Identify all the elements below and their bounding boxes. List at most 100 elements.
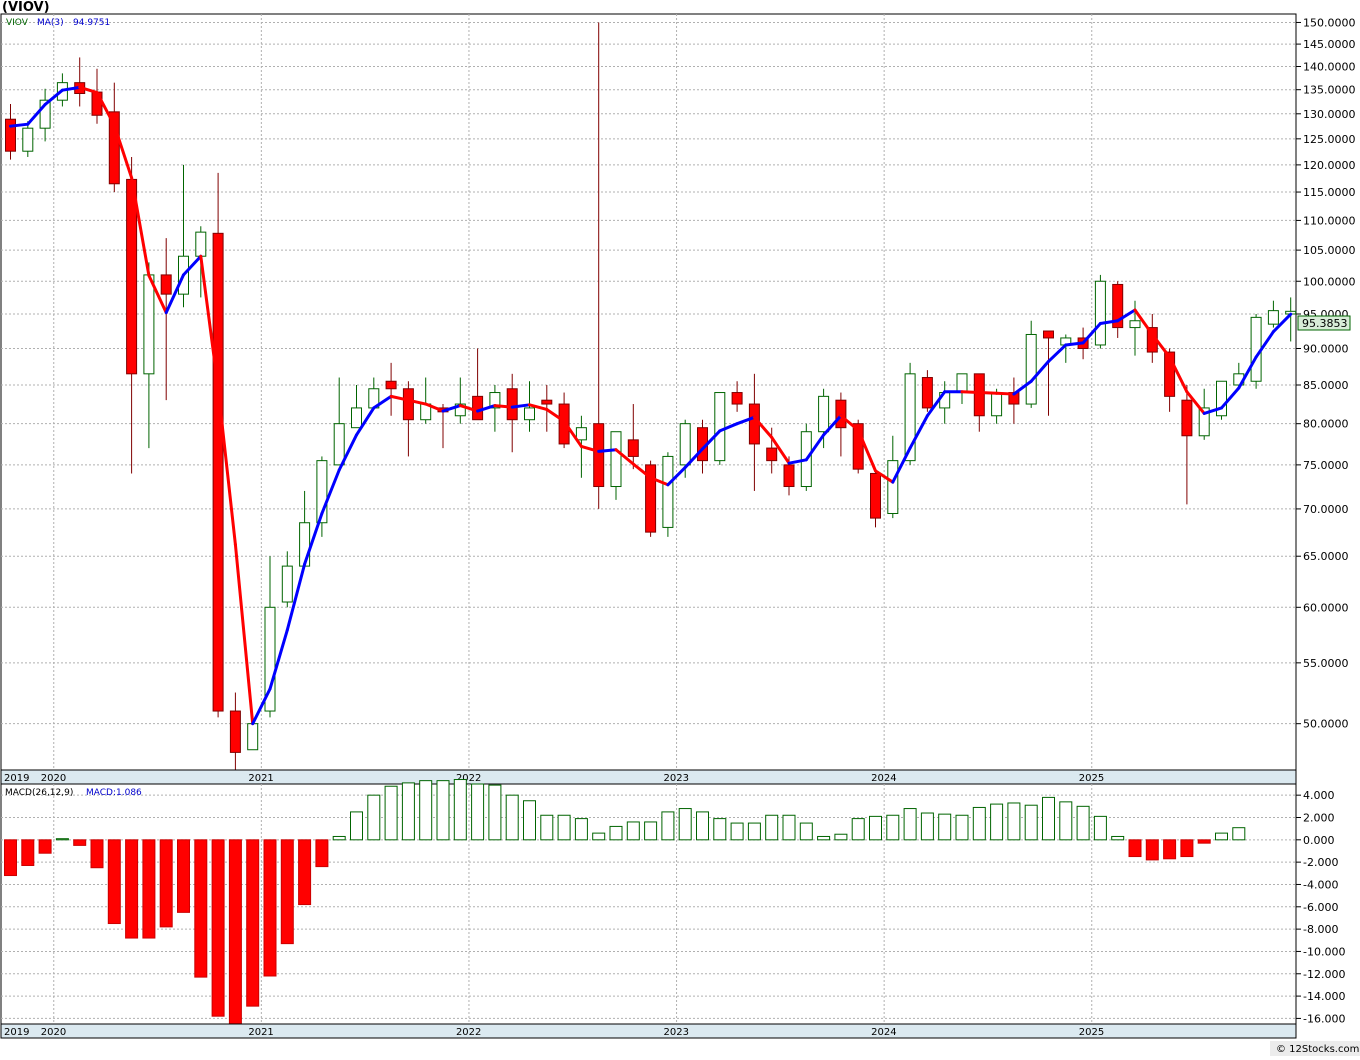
macd-bar <box>557 814 571 841</box>
chart-root: 150.0000 145.0000 140.0000 135.0000 130.0000… <box>0 0 1360 1056</box>
candle-body <box>818 395 830 433</box>
macd-y-tick-label: -6.000 <box>1303 901 1338 914</box>
price-y-tick-label: 150.0000 <box>1303 16 1356 29</box>
candle-body <box>887 460 899 514</box>
price-y-tick-label: 105.0000 <box>1303 244 1356 257</box>
macd-bar <box>1024 804 1038 841</box>
macd-bar <box>107 839 121 925</box>
candle-body <box>731 392 743 405</box>
price-y-tick-label: 110.0000 <box>1303 214 1356 227</box>
candle-body <box>610 431 622 488</box>
macd-y-tick-label: -8.000 <box>1303 923 1338 936</box>
macd-bar <box>990 803 1004 841</box>
legend-ma-value: 94.9751 <box>73 18 110 28</box>
macd-bar <box>644 821 658 841</box>
candle-body <box>835 399 847 429</box>
candle-body <box>195 231 207 257</box>
macd-bar <box>765 814 779 841</box>
macd-bar <box>73 839 87 846</box>
macd-bar <box>194 839 208 978</box>
candle-body <box>714 392 726 462</box>
candle <box>662 452 674 537</box>
macd-bar <box>782 814 796 841</box>
price-year-label: 2025 <box>1079 773 1104 784</box>
macd-bar <box>211 839 225 1017</box>
chart-canvas: 150.0000 145.0000 140.0000 135.0000 130.0000… <box>0 0 1360 1056</box>
macd-bar <box>367 794 381 841</box>
macd-bar <box>263 839 277 977</box>
candle-body <box>575 427 587 441</box>
candle <box>212 172 224 718</box>
macd-bar <box>955 814 969 841</box>
legend-symbol: VIOV <box>6 18 29 28</box>
macd-bar <box>730 822 744 841</box>
ma-segment <box>597 448 618 453</box>
macd-y-tick-label: 2.000 <box>1303 811 1335 824</box>
macd-y-tick-label: -14.000 <box>1303 990 1345 1003</box>
macd-year-label: 2024 <box>871 1027 896 1038</box>
macd-y-tick-label: -16.000 <box>1303 1012 1345 1025</box>
macd-bar <box>920 812 934 841</box>
candle-body <box>627 439 639 457</box>
candle-body <box>921 377 933 409</box>
price-y-tick-label: 145.0000 <box>1303 38 1356 51</box>
macd-bar <box>1093 815 1107 841</box>
ma-segment <box>9 122 30 128</box>
macd-bar <box>799 822 813 841</box>
macd-bar <box>592 832 606 841</box>
macd-bar <box>1145 839 1159 861</box>
price-year-label: 2020 <box>41 773 66 784</box>
macd-y-tick-label: -10.000 <box>1303 945 1345 958</box>
candle-body <box>766 447 778 462</box>
macd-bar <box>903 808 917 841</box>
macd-year-label: 2019 <box>4 1027 29 1038</box>
price-y-tick-label: 75.0000 <box>1303 459 1349 472</box>
macd-bar <box>523 800 536 841</box>
macd-bar <box>125 839 139 939</box>
candle-body <box>229 710 241 753</box>
candle-body <box>593 423 605 488</box>
price-y-tick-label: 70.0000 <box>1303 503 1349 516</box>
macd-year-label: 2025 <box>1079 1027 1104 1038</box>
macd-bar <box>90 839 104 869</box>
macd-bar <box>1059 801 1073 841</box>
macd-year-label: 2020 <box>41 1027 66 1038</box>
macd-bar <box>574 818 588 841</box>
price-y-tick-label: 125.0000 <box>1303 133 1356 146</box>
price-year-label: 2023 <box>664 773 689 784</box>
candle-body <box>956 373 968 394</box>
macd-bar <box>696 811 709 841</box>
macd-bar <box>332 835 346 841</box>
candle-body <box>351 407 362 429</box>
price-y-tick-label: 120.0000 <box>1303 159 1356 172</box>
macd-bar <box>938 813 952 841</box>
price-y-tick-label: 130.0000 <box>1303 108 1356 121</box>
price-y-tick-label: 140.0000 <box>1303 60 1356 73</box>
ma-segment <box>995 391 1016 396</box>
macd-bar <box>1215 832 1228 841</box>
macd-legend-value: MACD:1.086 <box>86 788 142 798</box>
candle-body <box>143 274 155 375</box>
candle-body <box>679 423 691 466</box>
candle <box>1216 380 1227 420</box>
candle <box>645 460 657 537</box>
macd-bar <box>280 839 294 945</box>
price-y-tick-label: 50.0000 <box>1303 718 1349 731</box>
macd-bar <box>1007 802 1021 841</box>
candle-body <box>1181 399 1193 437</box>
macd-bar <box>1180 839 1194 858</box>
macd-y-tick-label: 4.000 <box>1303 789 1335 802</box>
macd-bar <box>419 780 433 841</box>
ma-segment <box>977 391 999 395</box>
macd-bar <box>471 783 485 841</box>
macd-legend-label: MACD(26,12,9) <box>5 788 73 798</box>
macd-bar <box>851 818 865 841</box>
ma-segment <box>493 404 514 409</box>
ma-segment <box>960 390 981 395</box>
candle-body <box>333 423 345 466</box>
macd-bar <box>488 784 502 841</box>
macd-bar <box>55 838 69 841</box>
candle-body <box>662 455 674 528</box>
macd-bar <box>21 839 35 866</box>
candle-body <box>506 388 518 421</box>
